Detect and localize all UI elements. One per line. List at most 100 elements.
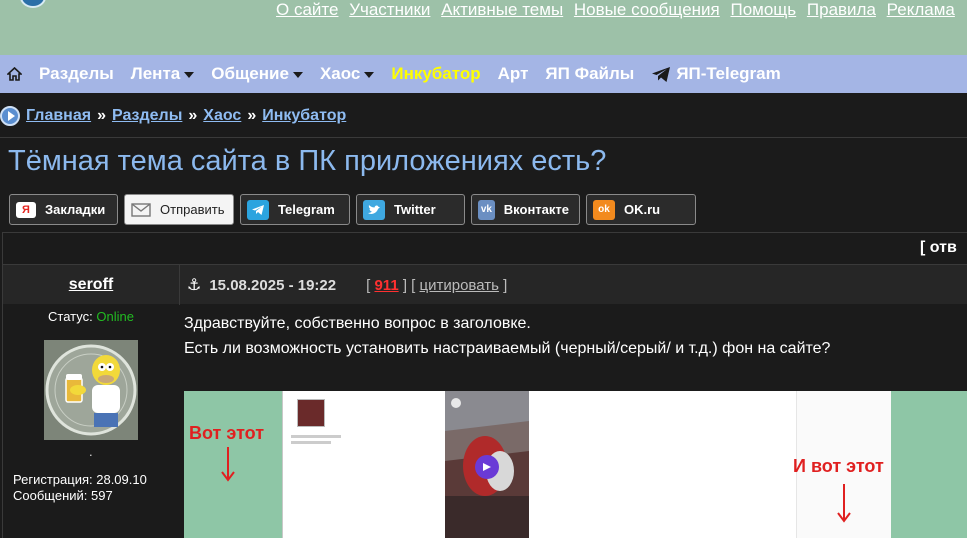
post-header: seroff ⚓ 15.08.2025 - 19:22 [ 911 ] [ ци… — [3, 264, 967, 305]
breadcrumb-home[interactable]: Главная — [26, 107, 91, 125]
nav-item-label: Арт — [497, 64, 529, 83]
share-buttons: Я Закладки Отправить Telegram Twitter vk… — [9, 194, 702, 225]
top-link-members[interactable]: Участники — [349, 0, 430, 19]
arrow-down-icon — [221, 447, 235, 482]
status-label: Статус: — [48, 309, 93, 324]
reply-link[interactable]: [ отв — [920, 239, 957, 257]
nav-item-label: Хаос — [319, 64, 361, 83]
main-nav: Разделы Лента Общение Хаос Инкубатор Арт… — [0, 55, 967, 93]
nav-item-telegram[interactable]: ЯП-Telegram — [651, 64, 781, 84]
divider — [2, 232, 967, 233]
caret-down-icon — [364, 72, 375, 78]
breadcrumb-separator: » — [188, 107, 198, 124]
nav-item-incubator[interactable]: Инкубатор — [391, 64, 480, 84]
top-link-active-topics[interactable]: Активные темы — [441, 0, 563, 19]
share-button-label: OK.ru — [624, 202, 661, 217]
share-button-label: Отправить — [160, 202, 225, 217]
breadcrumb-sections[interactable]: Разделы — [112, 107, 182, 125]
registration-row: Регистрация: 28.09.10 — [13, 472, 147, 488]
nav-item-feed[interactable]: Лента — [130, 64, 195, 84]
top-link-about[interactable]: О сайте — [276, 0, 338, 19]
bracket: ] [ — [398, 276, 420, 294]
user-status: Статус: Online — [3, 309, 179, 324]
topic-title: Тёмная тема сайта в ПК приложениях есть? — [8, 145, 607, 177]
mini-text — [291, 435, 341, 438]
twitter-icon — [363, 199, 385, 220]
breadcrumb-incubator[interactable]: Инкубатор — [262, 107, 346, 125]
home-icon[interactable] — [3, 67, 25, 81]
post-number[interactable]: 911 — [374, 277, 398, 294]
telegram-plane-icon — [651, 66, 671, 83]
yandex-bookmarks-icon: Я — [16, 201, 36, 218]
odnoklassniki-icon: ok — [593, 199, 615, 220]
nav-item-label: Общение — [211, 64, 289, 83]
mail-icon — [131, 200, 151, 220]
site-header: О сайте Участники Активные темы Новые со… — [0, 0, 967, 55]
quote-link[interactable]: цитировать — [420, 277, 499, 294]
user-title: . — [89, 444, 93, 459]
divider — [0, 137, 967, 138]
messages-value: 597 — [91, 488, 113, 503]
nav-item-label: Инкубатор — [391, 64, 481, 83]
share-button-label: Telegram — [278, 202, 335, 217]
nav-item-sections[interactable]: Разделы — [39, 64, 114, 84]
top-link-ads[interactable]: Реклама — [887, 0, 955, 19]
messages-row: Сообщений: 597 — [13, 488, 147, 504]
nav-item-label: ЯП-Telegram — [676, 64, 781, 83]
user-sidebar: Статус: Online . Регистрация: 28.09.10 С… — [3, 304, 179, 538]
share-button-label: Вконтакте — [503, 202, 569, 217]
top-links: О сайте Участники Активные темы Новые со… — [276, 0, 961, 20]
user-stats: Регистрация: 28.09.10 Сообщений: 597 — [13, 472, 147, 504]
nav-item-label: Разделы — [39, 64, 114, 83]
post-author[interactable]: seroff — [3, 265, 179, 305]
mini-text — [291, 441, 331, 444]
nav-item-label: ЯП Файлы — [545, 64, 635, 83]
post-text-line: Есть ли возможность установить настраива… — [184, 340, 831, 357]
image-panel — [282, 391, 445, 538]
share-vk-button[interactable]: vk Вконтакте — [471, 194, 580, 225]
nav-item-label: Лента — [130, 64, 181, 83]
caret-down-icon — [184, 72, 195, 78]
top-link-new-messages[interactable]: Новые сообщения — [574, 0, 720, 19]
anchor-icon[interactable]: ⚓ — [187, 275, 201, 295]
avatar[interactable] — [44, 340, 138, 440]
breadcrumb: Главная » Разделы » Хаос » Инкубатор — [0, 104, 346, 128]
share-button-label: Закладки — [45, 202, 106, 217]
post-meta: ⚓ 15.08.2025 - 19:22 [ 911 ] [ цитироват… — [187, 265, 507, 305]
post-body: Здравствуйте, собственно вопрос в заголо… — [184, 311, 830, 361]
arrow-down-icon — [837, 484, 851, 523]
top-link-rules[interactable]: Правила — [807, 0, 876, 19]
bracket: [ — [366, 276, 375, 294]
post-text-line: Здравствуйте, собственно вопрос в заголо… — [184, 315, 531, 332]
share-bookmarks-button[interactable]: Я Закладки — [9, 194, 118, 225]
site-logo[interactable] — [96, 0, 102, 11]
registration-label: Регистрация: — [13, 472, 93, 487]
bracket: ] — [498, 276, 508, 294]
site-logo-icon[interactable] — [20, 0, 46, 8]
share-telegram-button[interactable]: Telegram — [240, 194, 350, 225]
nav-item-chaos[interactable]: Хаос — [319, 64, 375, 84]
nav-item-art[interactable]: Арт — [498, 64, 529, 84]
post-image[interactable]: Вот этот И вот этот — [184, 391, 967, 538]
breadcrumb-separator: » — [97, 107, 106, 124]
status-badge: Online — [96, 309, 134, 324]
registration-value: 28.09.10 — [96, 472, 147, 487]
telegram-icon — [247, 199, 269, 220]
caret-down-icon — [292, 72, 303, 78]
header-separator — [179, 265, 180, 305]
vk-icon: vk — [478, 199, 495, 220]
share-ok-button[interactable]: ok OK.ru — [586, 194, 696, 225]
post-date: 15.08.2025 - 19:22 — [209, 276, 337, 294]
top-link-help[interactable]: Помощь — [730, 0, 796, 19]
share-twitter-button[interactable]: Twitter — [356, 194, 465, 225]
breadcrumb-chaos[interactable]: Хаос — [203, 107, 241, 125]
share-send-button[interactable]: Отправить — [124, 194, 234, 225]
nav-item-files[interactable]: ЯП Файлы — [545, 64, 634, 84]
image-label-left: Вот этот — [189, 423, 265, 443]
messages-label: Сообщений: — [13, 488, 88, 503]
image-label-right: И вот этот — [793, 456, 884, 476]
mini-avatar — [297, 399, 325, 427]
nav-item-communication[interactable]: Общение — [211, 64, 303, 84]
play-circle-icon — [0, 106, 20, 126]
breadcrumb-separator: » — [247, 107, 257, 124]
